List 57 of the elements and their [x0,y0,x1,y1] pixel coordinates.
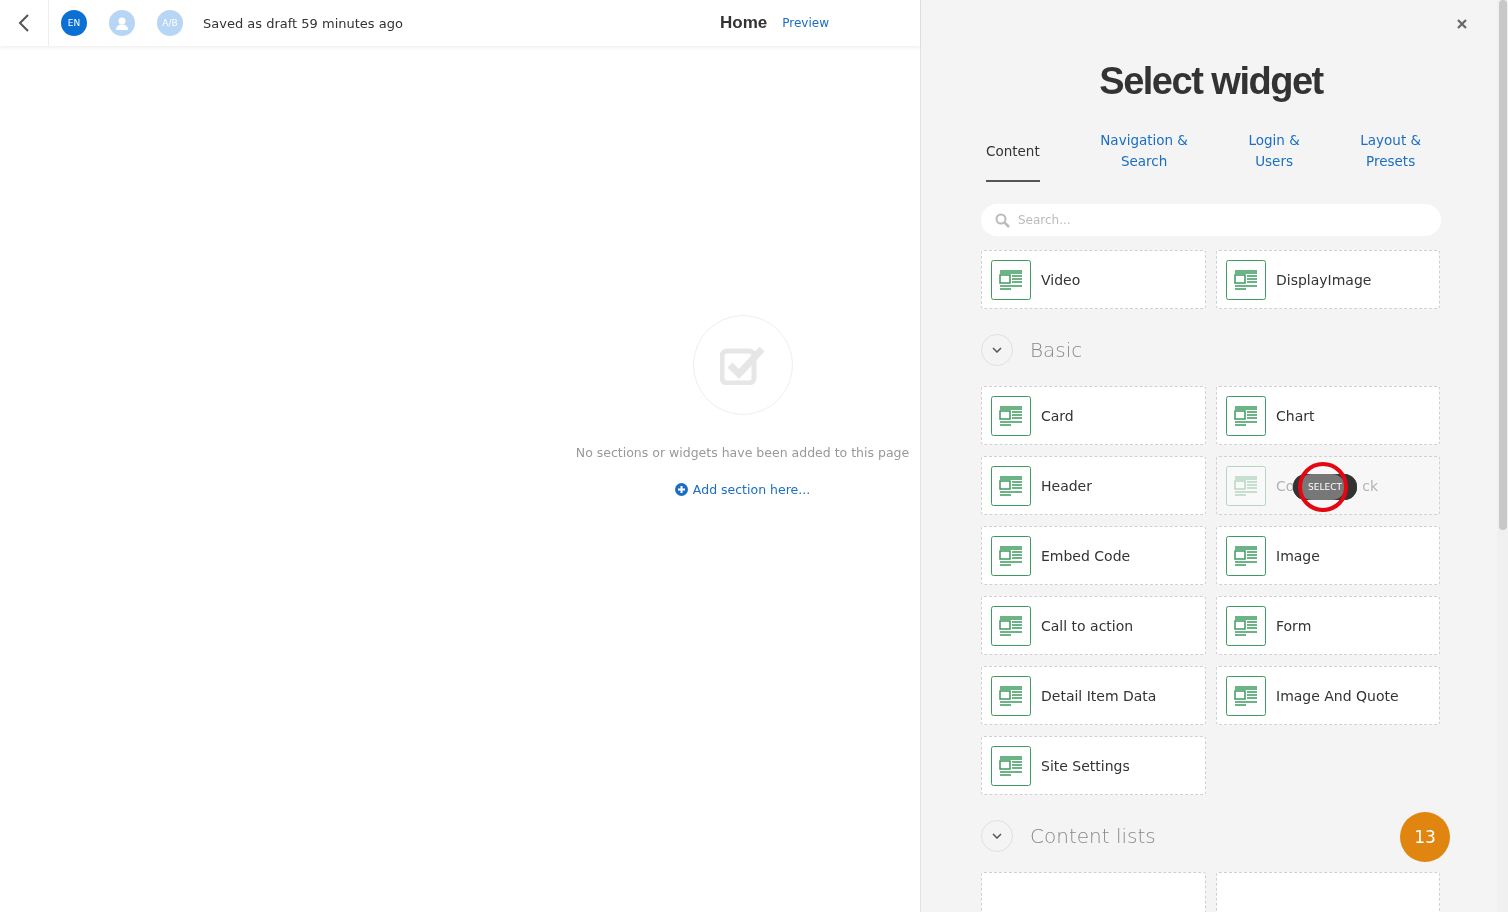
close-icon [1457,19,1467,29]
group-title: Basic [1030,338,1083,362]
chevron-icon [992,833,1002,839]
preview-link[interactable]: Preview [782,16,829,30]
tab[interactable]: Layout & Presets [1360,130,1421,182]
widget-icon [991,675,1031,716]
save-status: Saved as draft 59 minutes ago [203,15,403,31]
close-button[interactable] [1455,17,1469,31]
widget-tile[interactable]: Embed Code [981,526,1206,585]
highlight-ring [1297,461,1349,513]
widget-icon [991,395,1031,436]
widget-tile[interactable]: Card [981,386,1206,445]
language-button[interactable]: EN [61,10,87,36]
group-title: Content lists [1030,824,1156,848]
widget-icon [991,605,1031,646]
widget-icon [1226,465,1266,506]
scrollbar-thumb[interactable] [1498,0,1507,530]
widget-label-start: Co [1276,477,1295,494]
search-icon [995,212,1010,228]
widget-icon [1226,605,1266,646]
tab[interactable]: Navigation & Search [1100,130,1188,182]
widget-icon [1226,259,1266,300]
tab[interactable]: Login & Users [1248,130,1300,182]
user-icon [116,16,128,30]
widget-tile[interactable]: Video [981,250,1206,309]
widget-tile[interactable]: Site Settings [981,736,1206,795]
widget-label-end: ck [1362,477,1379,494]
chevron-icon [992,347,1002,353]
empty-message: No sections or widgets have been added to this page [575,445,910,460]
search-field[interactable]: Search... [981,204,1441,236]
widget-icon [1226,675,1266,716]
widget-tile[interactable] [981,872,1206,912]
search-input[interactable]: Search... [1016,212,1427,228]
plus-icon [674,483,688,496]
widget-icon [991,745,1031,786]
widget-tile[interactable]: DisplayImage [1216,250,1440,309]
widget-tile[interactable] [1216,872,1440,912]
back-icon [18,14,30,32]
widget-tile[interactable]: Chart [1216,386,1440,445]
widget-icon [1226,535,1266,576]
widget-tile[interactable]: Call to action [981,596,1206,655]
step-badge: 13 [1400,812,1450,862]
widget-icon [991,259,1031,300]
tab[interactable]: Content [986,130,1040,182]
widget-tile[interactable]: Header [981,456,1206,515]
widget-icon [1226,395,1266,436]
widget-tile[interactable]: Form [1216,596,1440,655]
widget-icon [991,535,1031,576]
add-section-link[interactable]: Add section here... [674,482,811,497]
panel-title: Select widget [1098,62,1325,100]
widget-tile[interactable]: Detail Item Data [981,666,1206,725]
page-title: Home [720,13,768,33]
widget-tile[interactable]: Co SELECT ck [1216,456,1440,515]
widget-tile[interactable]: Image [1216,526,1440,585]
widget-icon [991,465,1031,506]
widget-tile[interactable]: Image And Quote [1216,666,1440,725]
user-button[interactable] [109,10,135,36]
